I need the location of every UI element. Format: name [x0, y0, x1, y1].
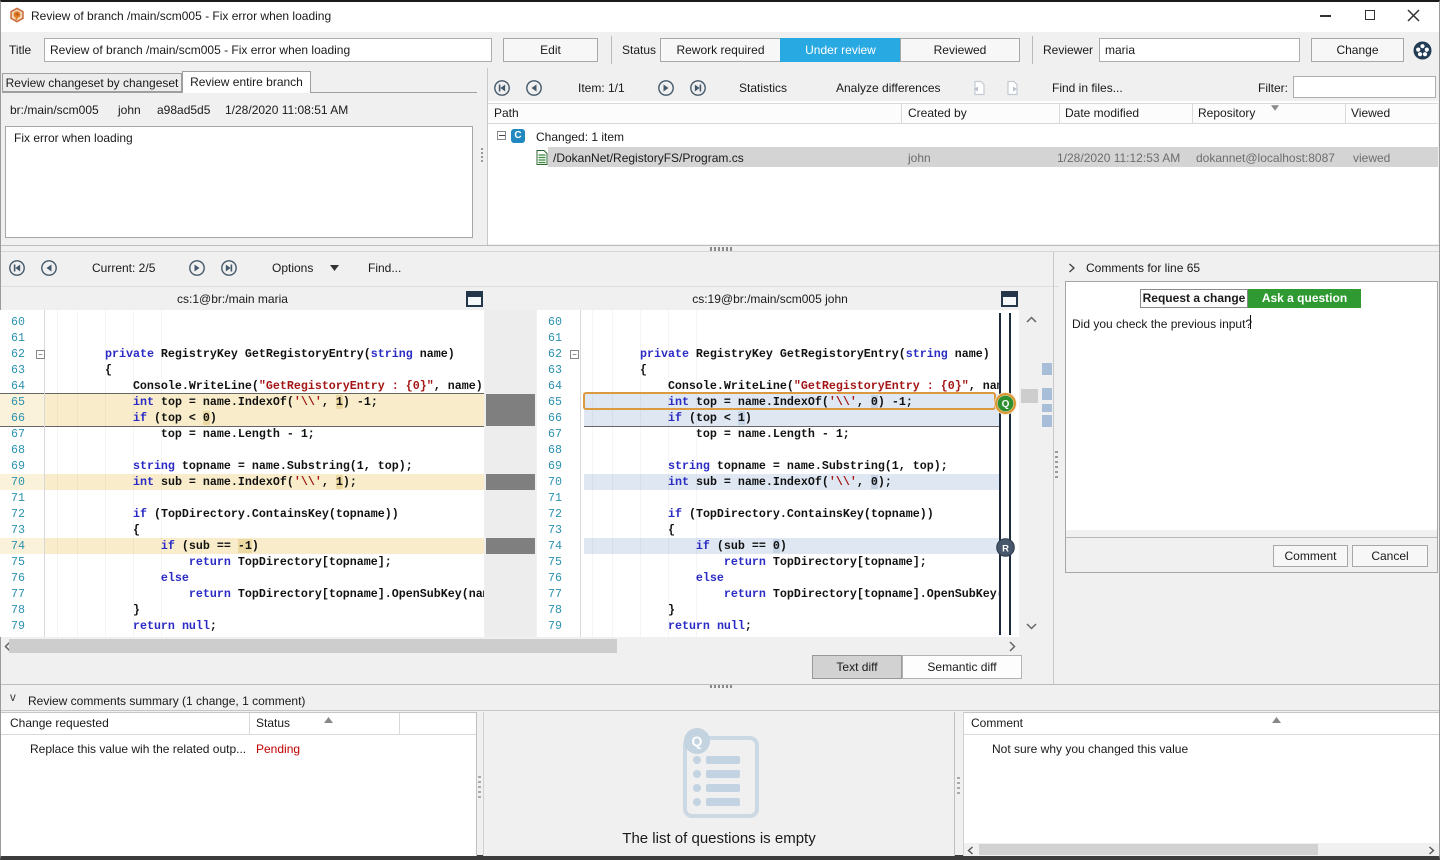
svg-text:Q: Q — [1002, 399, 1010, 410]
svg-text:Q: Q — [692, 733, 703, 749]
svg-text:R: R — [1002, 544, 1009, 555]
